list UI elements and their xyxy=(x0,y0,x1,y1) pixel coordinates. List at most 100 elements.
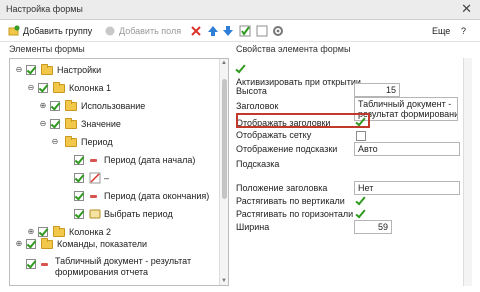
uncheck-all-icon xyxy=(256,25,268,37)
window-title: Настройка формы xyxy=(6,4,83,14)
folder-icon xyxy=(65,118,77,129)
prop-stretch-vertical[interactable]: Растягивать по вертикали xyxy=(232,195,472,209)
tree-checkbox[interactable] xyxy=(74,209,84,219)
field-icon xyxy=(90,159,97,162)
tree-row-value[interactable]: ⊖ Значение xyxy=(10,116,220,132)
help-button[interactable]: ? xyxy=(461,24,466,38)
prop-label: Отображать сетку xyxy=(236,130,312,140)
arrow-up-icon xyxy=(207,25,219,37)
expand-icon[interactable]: ⊖ xyxy=(15,66,23,74)
prop-label: Ширина xyxy=(236,222,270,232)
tree-row-settings[interactable]: ⊖ Настройки xyxy=(10,62,220,78)
prop-label: Растягивать по горизонтали xyxy=(236,209,354,219)
tree-checkbox[interactable] xyxy=(74,191,84,201)
form-elements-title: Элементы формы xyxy=(9,44,85,54)
move-up-button[interactable] xyxy=(207,24,219,38)
add-group-button[interactable]: Добавить группу xyxy=(8,24,92,38)
delete-button[interactable] xyxy=(190,24,202,38)
decoration-icon xyxy=(89,172,101,184)
tree-row-dash[interactable]: – xyxy=(10,170,220,186)
check-all-icon xyxy=(239,25,251,37)
tree-checkbox[interactable] xyxy=(74,155,84,165)
prop-checkbox[interactable] xyxy=(356,197,366,207)
prop-label: Растягивать по вертикали xyxy=(236,196,345,206)
folder-icon xyxy=(53,82,65,93)
prop-checkbox[interactable] xyxy=(356,210,366,220)
tree-checkbox[interactable] xyxy=(26,259,36,269)
expand-icon[interactable]: ⊕ xyxy=(39,102,47,110)
form-elements-tree[interactable]: ⊖ Настройки ⊖ Колонка 1 ⊕ Использование … xyxy=(9,58,229,286)
help-label: ? xyxy=(461,26,467,36)
scroll-up-icon[interactable]: ▲ xyxy=(221,60,227,66)
toolbar: Добавить группу Добавить поля Еще ? xyxy=(0,22,480,40)
tree-row-period[interactable]: ⊖ Период xyxy=(10,134,220,150)
uncheck-all-button[interactable] xyxy=(256,24,268,38)
title-position-select[interactable]: Нет xyxy=(354,181,460,195)
tree-label: Табличный документ - результат xyxy=(55,256,192,266)
tree-row-period-end[interactable]: Период (дата окончания) xyxy=(10,188,220,204)
folder-icon xyxy=(41,64,53,75)
height-input[interactable]: 15 xyxy=(354,83,400,97)
tree-row-column-1[interactable]: ⊖ Колонка 1 xyxy=(10,80,220,96)
properties-scrollbar[interactable] xyxy=(463,58,472,286)
prop-label: Подсказка xyxy=(236,159,280,169)
expand-icon[interactable]: ⊖ xyxy=(39,120,47,128)
properties-panel: Активизировать при открытии Высота 15 За… xyxy=(232,58,472,286)
expand-icon[interactable]: ⊕ xyxy=(27,228,35,236)
tree-label: Команды, показатели xyxy=(57,239,147,249)
tree-checkbox[interactable] xyxy=(50,119,60,129)
tree-label: Период (дата начала) xyxy=(104,155,196,165)
move-down-button[interactable] xyxy=(222,24,234,38)
tree-row-period-start[interactable]: Период (дата начала) xyxy=(10,152,220,168)
check-all-button[interactable] xyxy=(239,24,251,38)
tree-row-select-period[interactable]: Выбрать период xyxy=(10,206,220,222)
tree-checkbox[interactable] xyxy=(50,101,60,111)
tree-row-usage[interactable]: ⊕ Использование xyxy=(10,98,220,114)
add-fields-icon xyxy=(104,25,116,37)
tree-label: Значение xyxy=(81,119,121,129)
expand-icon[interactable]: ⊖ xyxy=(27,84,35,92)
scroll-thumb[interactable] xyxy=(222,79,227,199)
tree-checkbox[interactable] xyxy=(26,65,36,75)
options-button[interactable] xyxy=(272,24,284,38)
more-label: Еще xyxy=(432,26,451,36)
add-fields-label: Добавить поля xyxy=(119,26,182,36)
add-fields-button[interactable]: Добавить поля xyxy=(104,24,181,38)
tree-scrollbar[interactable]: ▲ ▼ xyxy=(219,59,228,285)
prop-checkbox[interactable] xyxy=(236,65,246,75)
tooltip-display-select[interactable]: Авто xyxy=(354,142,460,156)
prop-title: Заголовок Табличный документ - результат… xyxy=(232,97,472,121)
tree-label: – xyxy=(104,173,110,183)
field-icon xyxy=(90,195,97,198)
tree-checkbox[interactable] xyxy=(74,173,84,183)
tree-row-commands[interactable]: ⊕ Команды, показатели xyxy=(10,236,220,252)
selected-prop-highlight xyxy=(236,113,370,128)
field-icon xyxy=(41,263,48,266)
prop-label: Высота xyxy=(236,86,267,96)
tree-label: Период xyxy=(81,137,113,147)
folder-icon xyxy=(65,100,77,111)
scroll-down-icon[interactable]: ▼ xyxy=(221,278,227,284)
tree-row-spreadsheet[interactable]: Табличный документ - результат формирова… xyxy=(10,255,220,279)
button-icon xyxy=(89,208,101,220)
more-button[interactable]: Еще xyxy=(432,24,450,38)
tree-checkbox[interactable] xyxy=(38,83,48,93)
prop-checkbox[interactable] xyxy=(356,131,366,141)
prop-activate-on-open[interactable]: Активизировать при открытии xyxy=(232,63,472,87)
close-icon[interactable]: ✕ xyxy=(461,2,472,16)
folder-icon xyxy=(65,136,77,147)
gear-icon xyxy=(272,25,284,37)
arrow-down-icon xyxy=(222,25,234,37)
width-input[interactable]: 59 xyxy=(354,220,392,234)
expand-icon[interactable]: ⊖ xyxy=(51,138,59,146)
tree-label-line2: формирования отчета xyxy=(55,267,149,277)
tree-checkbox[interactable] xyxy=(26,239,36,249)
expand-icon[interactable]: ⊕ xyxy=(15,240,23,248)
prop-title-position: Положение заголовка Нет xyxy=(232,181,472,196)
add-group-icon xyxy=(8,25,20,37)
tree-label: Использование xyxy=(81,101,146,111)
prop-tooltip-display: Отображение подсказки Авто xyxy=(232,142,472,157)
prop-tooltip: Подсказка xyxy=(232,158,472,172)
tree-label: Колонка 1 xyxy=(69,83,112,93)
tree-label: Выбрать период xyxy=(104,209,173,219)
